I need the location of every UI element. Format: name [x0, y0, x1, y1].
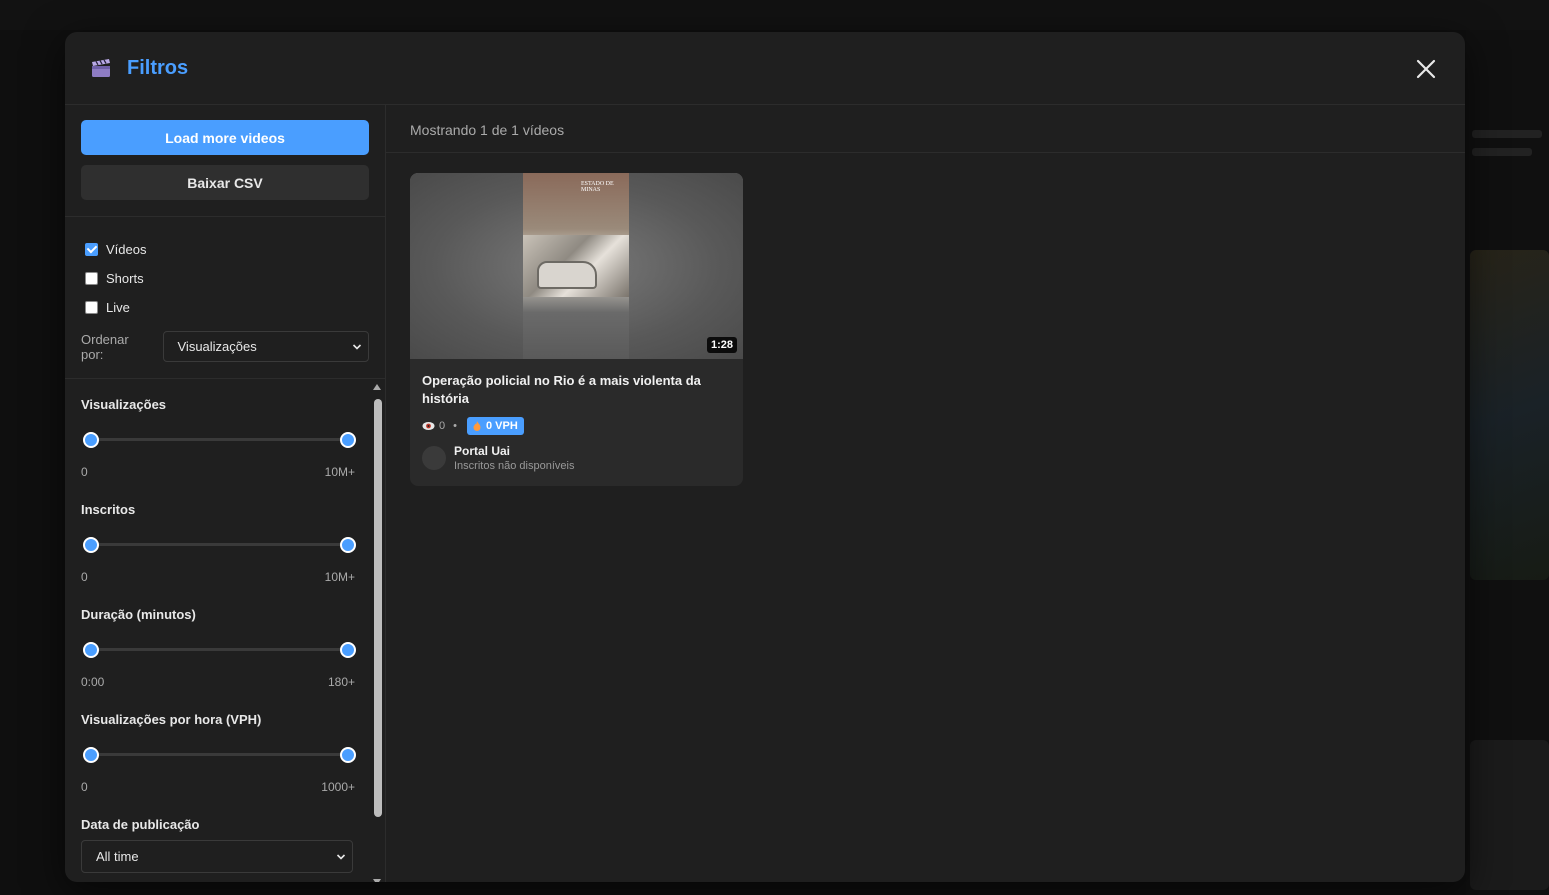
- checkbox-live[interactable]: Live: [81, 293, 369, 322]
- range-max-value: 180+: [327, 675, 355, 689]
- video-card[interactable]: ESTADO DE MINAS 1:28 Operação policial n…: [410, 173, 743, 486]
- range-label: Inscritos: [81, 502, 136, 517]
- filters-modal: Filtros Load more videos Baixar CSV Víde…: [65, 32, 1465, 882]
- close-icon: [1416, 59, 1436, 79]
- filters-sidebar: Load more videos Baixar CSV Vídeos Short…: [65, 105, 386, 882]
- modal-header: Filtros: [65, 32, 1465, 105]
- date-label: Data de publicação: [81, 817, 200, 832]
- range-min-handle[interactable]: [83, 642, 99, 658]
- video-title[interactable]: Operação policial no Rio é a mais violen…: [422, 372, 731, 408]
- chevron-down-icon: [336, 853, 346, 860]
- checkbox-label: Shorts: [106, 271, 144, 286]
- range-max-handle[interactable]: [340, 432, 356, 448]
- range-max-handle[interactable]: [340, 642, 356, 658]
- vph-value: 0 VPH: [485, 420, 518, 432]
- range-label: Visualizações: [81, 397, 167, 412]
- sidebar-scrollbar[interactable]: [371, 379, 383, 882]
- range-min-value: 0: [81, 570, 88, 584]
- range-track[interactable]: [91, 543, 348, 546]
- results-panel: Mostrando 1 de 1 vídeos ESTADO DE MINAS …: [386, 105, 1465, 882]
- range-filters: Visualizações 0 10M+ Inscritos 0 10M+ Du…: [65, 379, 385, 882]
- range-min-value: 0: [81, 780, 88, 794]
- order-select[interactable]: Visualizações: [162, 331, 369, 362]
- video-duration: 1:28: [706, 337, 737, 353]
- range-min-value: 0:00: [81, 675, 105, 689]
- channel-name[interactable]: Portal Uai: [454, 444, 574, 458]
- date-select[interactable]: All time: [81, 840, 353, 873]
- checkbox-shorts[interactable]: Shorts: [81, 264, 369, 293]
- download-csv-button[interactable]: Baixar CSV: [81, 165, 369, 200]
- order-label: Ordenar por:: [81, 331, 129, 362]
- background-topbar: [0, 0, 1549, 30]
- chevron-down-icon: [352, 343, 362, 350]
- fire-icon: [473, 421, 481, 431]
- range-min-handle[interactable]: [83, 537, 99, 553]
- range-label: Visualizações por hora (VPH): [81, 712, 262, 727]
- range-label: Duração (minutos): [81, 607, 196, 622]
- scroll-down-arrow[interactable]: [373, 879, 381, 882]
- range-max-value: 10M+: [324, 465, 355, 479]
- range-max-value: 1000+: [321, 780, 355, 794]
- channel-subscribers: Inscritos não disponíveis: [454, 460, 575, 472]
- checkbox[interactable]: [85, 243, 98, 256]
- range-track[interactable]: [91, 753, 348, 756]
- scroll-up-arrow[interactable]: [373, 384, 381, 390]
- range-duration: Duração (minutos) 0:00 180+: [81, 607, 356, 689]
- vph-badge: 0 VPH: [466, 417, 524, 435]
- date-filter: Data de publicação All time: [81, 817, 353, 873]
- checkbox[interactable]: [85, 272, 98, 285]
- checkbox-videos[interactable]: Vídeos: [81, 235, 369, 264]
- order-select-value: Visualizações: [177, 339, 257, 354]
- checkbox-label: Live: [106, 300, 130, 315]
- results-count: Mostrando 1 de 1 vídeos: [386, 105, 1465, 153]
- background-right-column: [1466, 30, 1549, 895]
- thumbnail-masthead: ESTADO DE MINAS: [581, 181, 614, 193]
- date-select-value: All time: [96, 849, 139, 864]
- channel-info[interactable]: Portal Uai Inscritos não disponíveis: [422, 444, 731, 472]
- checkbox-label: Vídeos: [106, 242, 147, 257]
- close-button[interactable]: [1413, 56, 1439, 82]
- range-max-value: 10M+: [324, 570, 355, 584]
- range-track[interactable]: [91, 438, 348, 441]
- range-max-handle[interactable]: [340, 747, 356, 763]
- range-vph: Visualizações por hora (VPH) 0 1000+: [81, 712, 356, 794]
- clapperboard-icon: [90, 57, 112, 79]
- scroll-thumb[interactable]: [374, 399, 382, 817]
- separator-dot: •: [453, 420, 457, 432]
- range-max-handle[interactable]: [340, 537, 356, 553]
- range-track[interactable]: [91, 648, 348, 651]
- range-min-value: 0: [81, 465, 88, 479]
- checkbox[interactable]: [85, 301, 98, 314]
- eye-icon: [422, 422, 435, 430]
- range-min-handle[interactable]: [83, 432, 99, 448]
- video-thumbnail[interactable]: ESTADO DE MINAS 1:28: [410, 173, 743, 359]
- video-stats: 0 • 0 VPH: [422, 417, 731, 435]
- avatar[interactable]: [422, 446, 446, 470]
- range-subscribers: Inscritos 0 10M+: [81, 502, 356, 584]
- view-count: 0: [439, 420, 446, 432]
- modal-title: Filtros: [127, 56, 189, 79]
- range-min-handle[interactable]: [83, 747, 99, 763]
- load-more-button[interactable]: Load more videos: [81, 120, 369, 155]
- range-views: Visualizações 0 10M+: [81, 397, 356, 479]
